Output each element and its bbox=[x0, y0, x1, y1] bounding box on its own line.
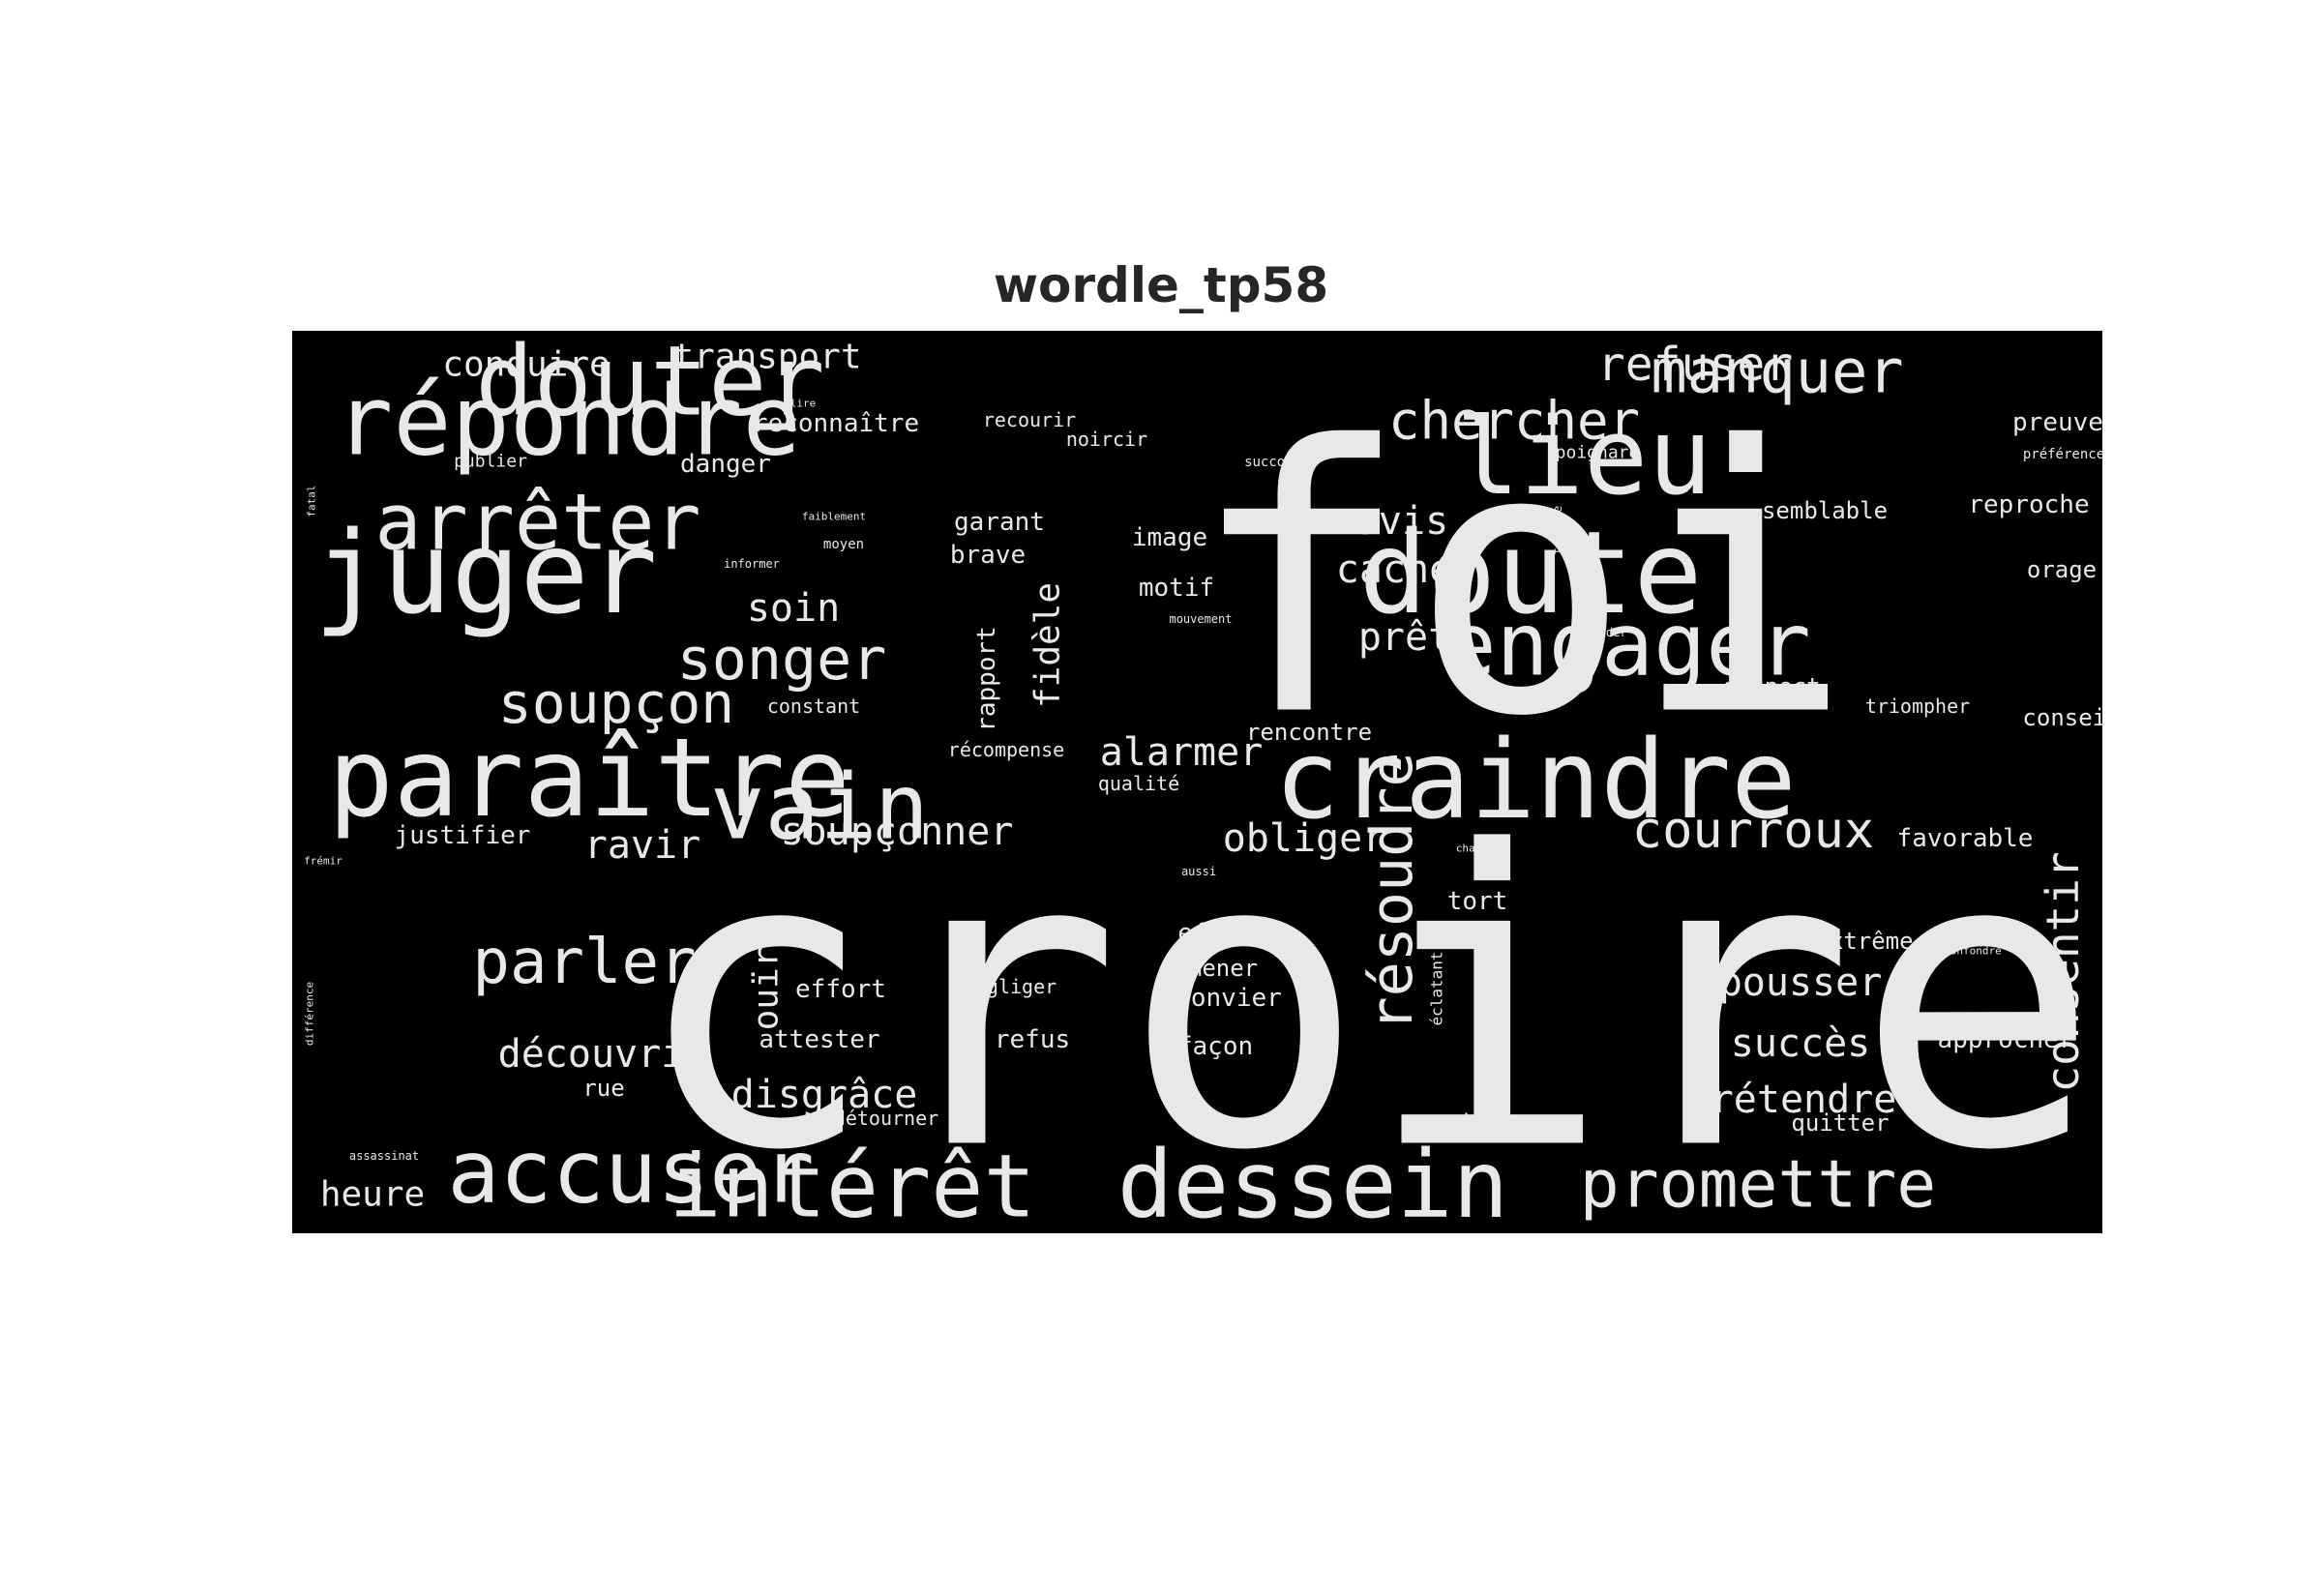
cloud-word: chaleur bbox=[1456, 842, 1502, 855]
cloud-word: brave bbox=[950, 541, 1026, 570]
cloud-word: frémir bbox=[304, 855, 342, 868]
cloud-word: alarmer bbox=[1100, 730, 1264, 775]
cloud-word: soupçon bbox=[498, 670, 734, 736]
cloud-word: rapport bbox=[972, 626, 1001, 732]
cloud-word: qualité bbox=[1098, 772, 1179, 795]
cloud-word: transport bbox=[672, 338, 861, 377]
cloud-word: fidèle bbox=[1028, 582, 1068, 708]
cloud-word: refus bbox=[995, 1025, 1070, 1054]
cloud-word: dispenser bbox=[1478, 964, 1505, 1090]
cloud-word: mener bbox=[1188, 955, 1258, 982]
cloud-word: constant bbox=[767, 695, 860, 718]
cloud-word: détourner bbox=[834, 1107, 938, 1130]
cloud-word: résoudre bbox=[1358, 753, 1426, 1032]
cloud-word: reconnaître bbox=[753, 409, 919, 438]
word-cloud-panel: croire foi douter lieu doute répondre juger arr… bbox=[292, 331, 2102, 1233]
cloud-word: triompher bbox=[1865, 695, 1970, 718]
cloud-word: cacher bbox=[1336, 547, 1476, 592]
cloud-word: noircir bbox=[1066, 428, 1147, 451]
cloud-word: nier bbox=[1444, 1109, 1504, 1138]
cloud-word: confondre bbox=[1944, 945, 2002, 958]
cloud-word: avis bbox=[1355, 499, 1448, 544]
cloud-word: assassinat bbox=[349, 1149, 419, 1163]
cloud-word: succomber bbox=[1244, 455, 1318, 470]
cloud-word: conseil bbox=[2022, 704, 2102, 731]
cloud-word: quitter bbox=[1791, 1109, 1889, 1137]
cloud-word: consentir bbox=[2037, 851, 2089, 1092]
cloud-word: rencontre bbox=[1246, 719, 1372, 746]
cloud-word: favorable bbox=[1897, 824, 2034, 853]
cloud-word: refuser bbox=[1597, 338, 1793, 392]
cloud-word: extrême bbox=[1815, 928, 1913, 955]
cloud-word: soin bbox=[747, 586, 840, 631]
cloud-word: parler bbox=[472, 927, 696, 998]
cloud-word: faiblement bbox=[802, 511, 866, 523]
cloud-word: récompense bbox=[948, 738, 1064, 761]
cloud-word: obliger bbox=[1223, 816, 1386, 861]
cloud-word: soupçonner bbox=[781, 810, 1014, 854]
cloud-word: moyen bbox=[823, 537, 864, 552]
cloud-word: attester bbox=[759, 1025, 879, 1054]
cloud-word: aussi bbox=[1181, 865, 1216, 878]
cloud-word: image bbox=[1132, 523, 1207, 552]
cloud-word: prêt bbox=[1358, 615, 1451, 660]
cloud-word: pousser bbox=[1719, 961, 1883, 1005]
cloud-word: informer bbox=[724, 557, 780, 571]
cloud-word: publier bbox=[454, 452, 527, 472]
cloud-word: conduire bbox=[442, 345, 610, 385]
cloud-word: preuve bbox=[2012, 408, 2102, 437]
cloud-word: façon bbox=[1177, 1032, 1253, 1061]
cloud-word: garder bbox=[1585, 626, 1626, 639]
cloud-word: justifier bbox=[395, 821, 531, 850]
cloud-word: recourir bbox=[983, 408, 1076, 431]
cloud-word: succès bbox=[1731, 1021, 1871, 1066]
word-cloud: croirefoidouterlieudouterépondrejugerarr… bbox=[304, 331, 2103, 1234]
cloud-word: promettre bbox=[1580, 1147, 1936, 1224]
cloud-word: poignard bbox=[1556, 443, 1640, 463]
cloud-word: semblable bbox=[1762, 497, 1888, 524]
cloud-word: garant bbox=[954, 508, 1045, 537]
cloud-word: arrêter bbox=[374, 478, 700, 568]
cloud-word: découvrir bbox=[498, 1032, 708, 1077]
figure-title: wordle_tp58 bbox=[993, 257, 1329, 313]
cloud-word: préférence bbox=[2023, 447, 2102, 462]
cloud-word: convier bbox=[1176, 984, 1282, 1013]
cloud-word: ravir bbox=[584, 823, 700, 868]
cloud-word: effacer bbox=[1177, 919, 1284, 948]
cloud-word: orage bbox=[2027, 556, 2097, 583]
cloud-word: fatal bbox=[306, 485, 318, 517]
cloud-word: courroux bbox=[1632, 802, 1874, 860]
cloud-word: suspect bbox=[1722, 673, 1820, 700]
cloud-word: mouvement bbox=[1169, 612, 1232, 626]
cloud-word: effort bbox=[795, 975, 886, 1004]
cloud-word: rue bbox=[582, 1075, 624, 1102]
cloud-word: heure bbox=[320, 1175, 425, 1215]
cloud-word: tort bbox=[1447, 887, 1508, 916]
cloud-word: négliger bbox=[964, 975, 1057, 998]
cloud-word: lire bbox=[790, 398, 817, 410]
cloud-word: ouïr bbox=[747, 947, 787, 1031]
cloud-word: approcher bbox=[1938, 1025, 2074, 1054]
cloud-word: différence bbox=[304, 982, 316, 1046]
cloud-word: intérêt bbox=[669, 1137, 1035, 1234]
cloud-word: trouble bbox=[1551, 506, 1564, 555]
cloud-word: dessein bbox=[1117, 1131, 1509, 1233]
cloud-word: reproche bbox=[1968, 490, 2089, 519]
cloud-word: motif bbox=[1139, 574, 1214, 603]
cloud-word: danger bbox=[680, 450, 771, 479]
cloud-word: éclatant bbox=[1428, 951, 1446, 1025]
